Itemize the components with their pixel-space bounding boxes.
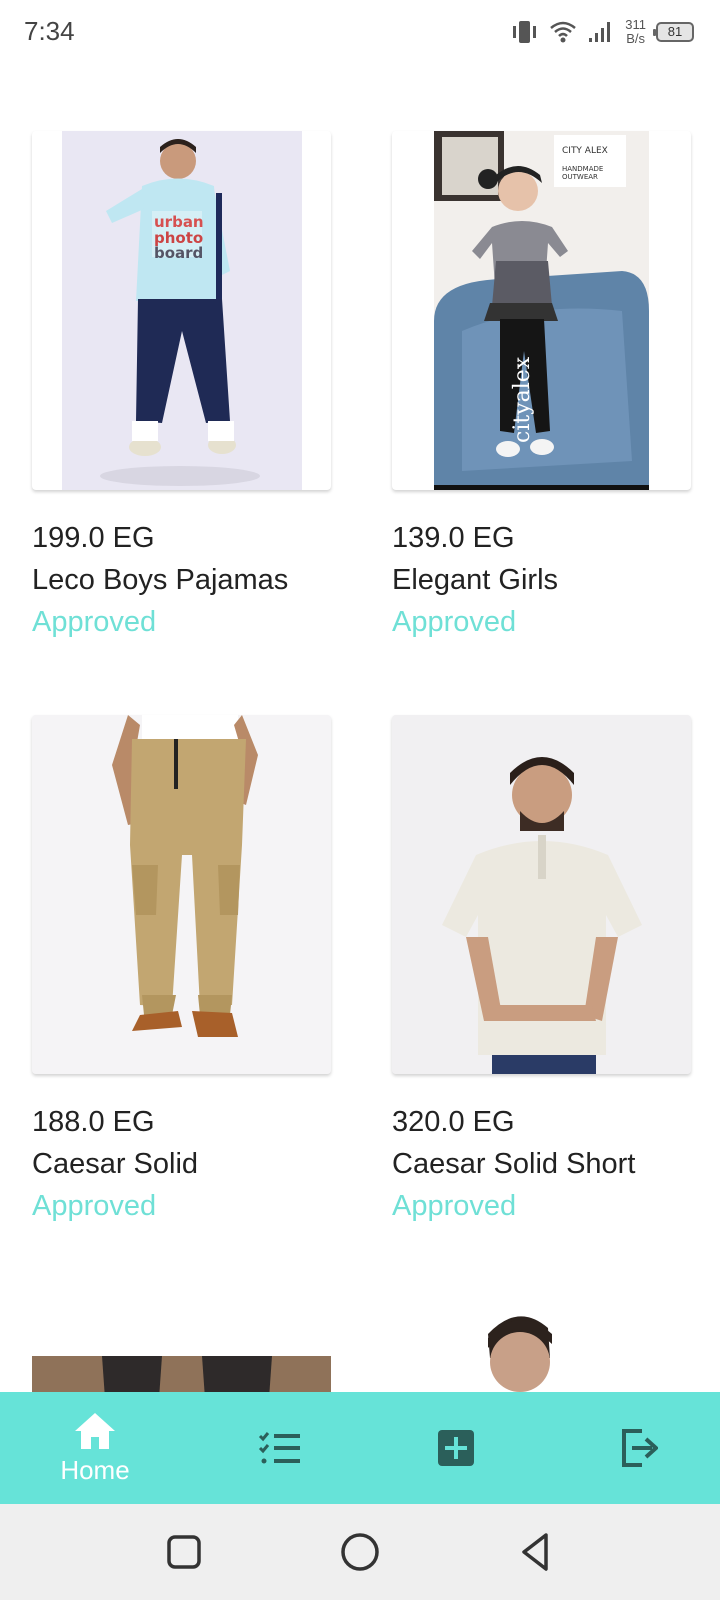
product-status: Approved <box>32 1190 157 1222</box>
product-price: 320.0 EG <box>392 1106 515 1138</box>
nav-home[interactable]: Home <box>5 1392 185 1504</box>
product-price: 199.0 EG <box>32 522 155 554</box>
product-title: Leco Boys Pajamas <box>32 564 289 596</box>
dark-pants-image <box>32 1356 331 1392</box>
list-icon <box>258 1432 300 1464</box>
add-box-icon <box>438 1430 474 1466</box>
product-image[interactable]: CITY ALEX HANDMADE OUTWEAR cityalex <box>392 131 691 490</box>
man-portrait-image <box>392 1298 691 1392</box>
product-price: 188.0 EG <box>32 1106 155 1138</box>
svg-text:cityalex: cityalex <box>510 356 535 443</box>
product-card[interactable]: CITY ALEX HANDMADE OUTWEAR cityalex 139.… <box>392 131 691 643</box>
battery-icon: 81 <box>653 22 694 42</box>
svg-text:CITY ALEX: CITY ALEX <box>562 146 608 156</box>
status-bar: 7:34 311 B/s 81 <box>0 0 720 66</box>
product-card[interactable] <box>392 1298 691 1392</box>
logout-icon <box>622 1429 658 1467</box>
product-image[interactable] <box>392 715 691 1074</box>
wifi-icon <box>550 21 577 43</box>
man-in-henley-tshirt-image <box>392 715 691 1074</box>
product-status: Approved <box>392 606 517 638</box>
vibrate-icon <box>513 21 537 43</box>
product-image[interactable] <box>32 1298 331 1392</box>
product-price: 139.0 EG <box>392 522 515 554</box>
signal-icon <box>589 22 611 42</box>
net-speed-unit: B/s <box>626 31 646 46</box>
recent-apps-icon[interactable] <box>158 1526 210 1578</box>
product-title: Caesar Solid <box>32 1148 199 1180</box>
bottom-nav: Home <box>0 1392 720 1504</box>
home-circle-icon[interactable] <box>334 1526 386 1578</box>
product-image[interactable]: urban photo board <box>32 131 331 490</box>
system-nav-bar <box>0 1504 720 1600</box>
svg-text:board: board <box>154 244 203 262</box>
product-title: Elegant Girls <box>392 564 559 596</box>
product-card[interactable]: urban photo board 199.0 EG Leco Boys Paj… <box>32 131 331 643</box>
girl-in-checkered-top-image: CITY ALEX HANDMADE OUTWEAR cityalex <box>434 131 649 490</box>
product-card[interactable]: 320.0 EG Caesar Solid Short Approved <box>392 715 691 1227</box>
net-speed-value: 311 <box>625 17 646 32</box>
product-status: Approved <box>392 1190 517 1222</box>
nav-list[interactable] <box>190 1392 370 1504</box>
nav-add[interactable] <box>366 1392 546 1504</box>
product-status: Approved <box>32 606 157 638</box>
nav-home-label: Home <box>60 1454 130 1485</box>
product-image[interactable] <box>392 1298 691 1392</box>
khaki-cargo-pants-image <box>32 715 331 1074</box>
home-icon <box>75 1412 115 1449</box>
status-time: 7:34 <box>24 16 75 46</box>
svg-text:HANDMADE: HANDMADE <box>562 165 603 173</box>
product-image[interactable] <box>32 715 331 1074</box>
boy-in-hoodie-image: urban photo board <box>62 131 302 490</box>
product-grid[interactable]: urban photo board 199.0 EG Leco Boys Paj… <box>0 66 720 1392</box>
product-title: Caesar Solid Short <box>392 1148 636 1180</box>
product-card[interactable]: 188.0 EG Caesar Solid Approved <box>32 715 331 1227</box>
nav-logout[interactable] <box>548 1392 720 1504</box>
svg-text:OUTWEAR: OUTWEAR <box>562 173 598 181</box>
back-icon[interactable] <box>510 1526 562 1578</box>
status-icons: 311 B/s 81 <box>509 14 694 50</box>
net-speed: 311 B/s <box>625 18 646 46</box>
product-card[interactable] <box>32 1298 331 1392</box>
